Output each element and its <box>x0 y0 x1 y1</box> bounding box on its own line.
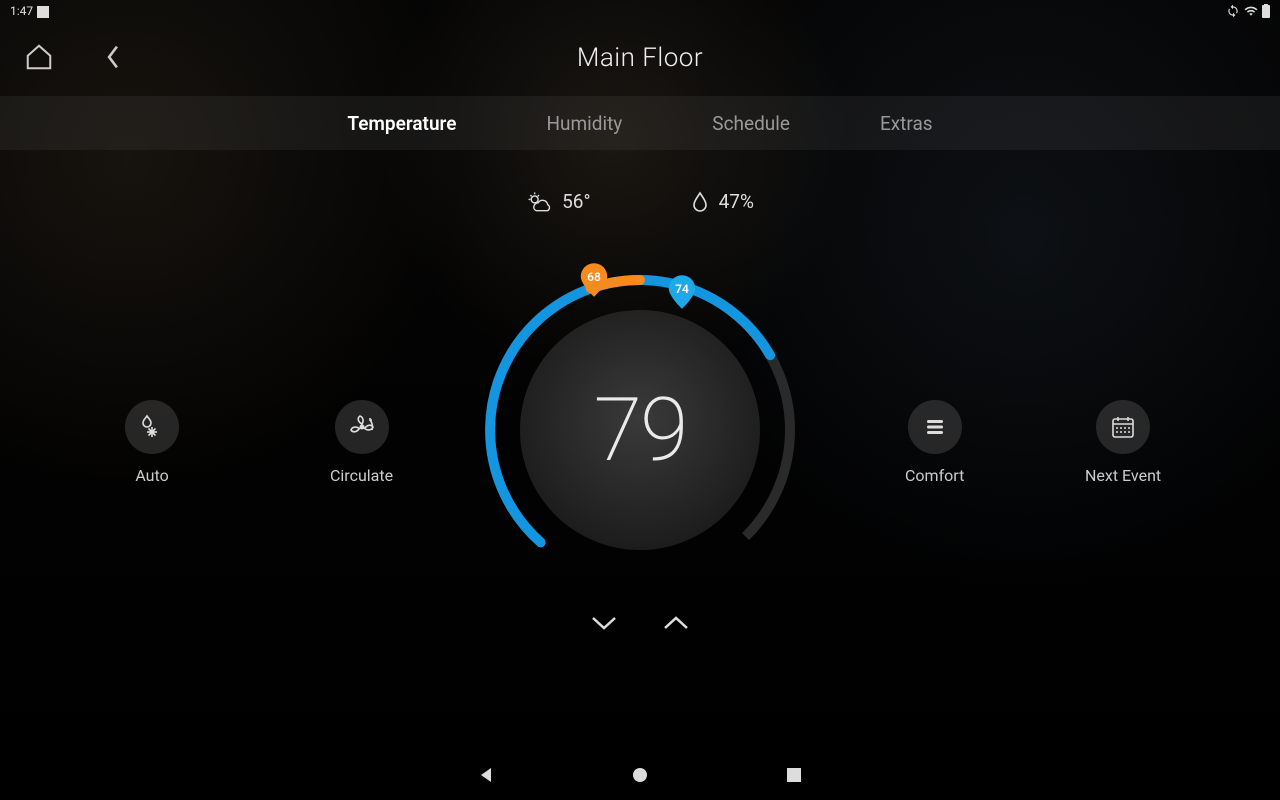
triangle-back-icon <box>476 765 496 785</box>
nav-back-button[interactable] <box>474 763 498 787</box>
next-event-label: Next Event <box>1085 466 1161 485</box>
clock: 1:47 <box>10 4 49 18</box>
status-app-icon <box>37 6 49 18</box>
dial-center: 79 <box>520 310 760 550</box>
battery-icon <box>1262 4 1270 18</box>
heat-cool-auto-icon <box>137 412 167 442</box>
weather-row: 56° 47% <box>0 190 1280 213</box>
android-nav-bar <box>0 750 1280 800</box>
next-event-button[interactable]: Next Event <box>1085 400 1161 485</box>
outdoor-temp-value: 56° <box>562 190 590 213</box>
comfort-button[interactable]: Comfort <box>905 400 964 485</box>
tab-bar: Temperature Humidity Schedule Extras <box>0 96 1280 150</box>
circle-home-icon <box>630 765 650 785</box>
humidity-value: 47% <box>719 190 754 213</box>
tab-humidity[interactable]: Humidity <box>546 112 622 135</box>
wifi-icon <box>1244 4 1258 18</box>
square-recent-icon <box>785 766 803 784</box>
mode-label: Auto <box>135 466 168 485</box>
temp-up-button[interactable] <box>659 606 693 640</box>
nav-home-button[interactable] <box>628 763 652 787</box>
home-icon <box>24 42 54 72</box>
status-icons <box>1226 4 1270 18</box>
calendar-icon <box>1110 414 1136 440</box>
list-icon <box>923 415 947 439</box>
tab-temperature[interactable]: Temperature <box>347 112 456 135</box>
temp-down-button[interactable] <box>587 606 621 640</box>
nav-recent-button[interactable] <box>782 763 806 787</box>
outdoor-temp: 56° <box>526 190 590 213</box>
tab-schedule[interactable]: Schedule <box>712 112 790 135</box>
current-temp: 79 <box>594 379 687 482</box>
mode-button[interactable]: Auto <box>125 400 179 485</box>
fan-circulate-icon <box>348 413 376 441</box>
sync-icon <box>1226 4 1240 18</box>
header: Main Floor <box>0 30 1280 86</box>
chevron-down-icon <box>590 614 618 632</box>
partly-cloudy-icon <box>526 191 552 213</box>
tab-extras[interactable]: Extras <box>880 112 933 135</box>
thermostat-dial[interactable]: 79 68 74 <box>460 250 820 610</box>
droplet-icon <box>691 191 709 213</box>
fan-label: Circulate <box>330 466 393 485</box>
comfort-label: Comfort <box>905 466 964 485</box>
temp-adjust-arrows <box>587 606 693 640</box>
android-status-bar: 1:47 <box>0 0 1280 22</box>
back-button[interactable] <box>92 36 134 78</box>
page-title: Main Floor <box>577 43 703 73</box>
chevron-up-icon <box>662 614 690 632</box>
fan-button[interactable]: Circulate <box>330 400 393 485</box>
outdoor-humidity: 47% <box>691 190 754 213</box>
home-button[interactable] <box>18 36 60 78</box>
chevron-left-icon <box>104 44 122 70</box>
